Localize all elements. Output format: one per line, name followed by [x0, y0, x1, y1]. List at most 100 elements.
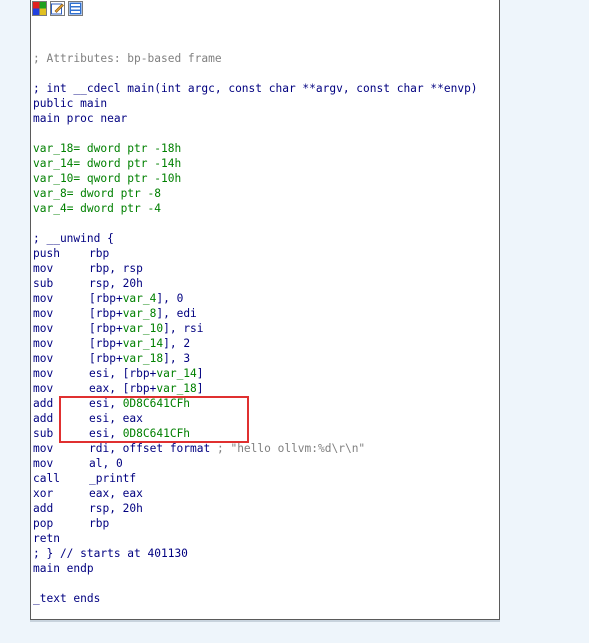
mnemonic: add — [33, 412, 54, 425]
mnemonic: sub — [33, 277, 54, 290]
var-decl[interactable]: var_10= qword ptr -10h — [33, 171, 478, 186]
mnemonic: retn — [33, 532, 60, 545]
instruction[interactable]: mov esi, [rbp+var_14] — [33, 366, 478, 381]
operand-post: ; "hello ollvm:%d\r\n" — [216, 442, 366, 455]
attributes-comment[interactable]: ; Attributes: bp-based frame — [33, 51, 478, 66]
unwind-end-comment[interactable]: ; } // starts at 401130 — [33, 546, 478, 561]
instruction[interactable]: call _printf — [33, 471, 478, 486]
var-decl-text: = dword ptr -8 — [66, 187, 161, 200]
instruction[interactable]: mov rbp, rsp — [33, 261, 478, 276]
operand: [rbp+ — [89, 352, 123, 365]
blank-line[interactable] — [33, 576, 478, 591]
blank-line[interactable] — [33, 126, 478, 141]
var-name: var_4 — [33, 202, 67, 215]
proc-text: main proc near — [33, 112, 128, 125]
operand: esi, [rbp+ — [89, 367, 157, 380]
instruction[interactable]: push rbp — [33, 246, 478, 261]
operand: [rbp+ — [89, 322, 123, 335]
unwind-comment[interactable]: ; __unwind { — [33, 231, 478, 246]
blank-line[interactable] — [33, 216, 478, 231]
instruction[interactable]: mov [rbp+var_4], 0 — [33, 291, 478, 306]
comment-text: ; Attributes: bp-based frame — [33, 52, 222, 65]
var-decl-text: = dword ptr -18h — [73, 142, 182, 155]
instruction[interactable]: add esi, eax — [33, 411, 478, 426]
disassembly-window: ; Attributes: bp-based frame ; int __cdec… — [30, 0, 500, 620]
operand: [rbp+ — [89, 292, 123, 305]
mnemonic: mov — [33, 292, 54, 305]
prototype-comment[interactable]: ; int __cdecl main(int argc, const char … — [33, 81, 478, 96]
instruction[interactable]: sub rsp, 20h — [33, 276, 478, 291]
operand-var: var_18 — [122, 352, 164, 365]
var-decl-text: = dword ptr -4 — [66, 202, 161, 215]
operand: al, 0 — [89, 457, 123, 470]
operand: esi, eax — [89, 412, 143, 425]
operand-var: var_18 — [156, 382, 197, 395]
instruction[interactable]: retn — [33, 531, 478, 546]
operand-post: ], edi — [156, 307, 197, 320]
instruction[interactable]: mov rdi, offset format ; "hello ollvm:%d\… — [33, 441, 478, 456]
var-decl[interactable]: var_18= dword ptr -18h — [33, 141, 478, 156]
mnemonic: push — [33, 247, 60, 260]
unwind-end-text: ; } // starts at 401130 — [33, 547, 188, 560]
instruction[interactable]: pop rbp — [33, 516, 478, 531]
operand: esi, — [89, 427, 123, 440]
mnemonic: mov — [33, 367, 54, 380]
edit-icon[interactable] — [50, 1, 65, 16]
disassembly-listing[interactable]: ; Attributes: bp-based frame ; int __cdec… — [33, 51, 478, 606]
instruction[interactable]: mov eax, [rbp+var_18] — [33, 381, 478, 396]
var-decl[interactable]: var_8= dword ptr -8 — [33, 186, 478, 201]
operand: rsp, 20h — [89, 277, 143, 290]
instruction[interactable]: xor eax, eax — [33, 486, 478, 501]
graph-view-icon[interactable] — [68, 1, 83, 16]
operand-var: var_14 — [156, 367, 197, 380]
segment-end[interactable]: _text ends — [33, 591, 478, 606]
instruction[interactable]: mov [rbp+var_18], 3 — [33, 351, 478, 366]
operand-post: ], 2 — [163, 337, 191, 350]
instruction[interactable]: mov [rbp+var_14], 2 — [33, 336, 478, 351]
blank-line[interactable] — [33, 66, 478, 81]
instruction[interactable]: mov al, 0 — [33, 456, 478, 471]
mnemonic: mov — [33, 442, 54, 455]
var-name: var_14 — [33, 157, 74, 170]
operand-post: ] — [196, 382, 204, 395]
operand-post: ], rsi — [163, 322, 204, 335]
unwind-text: ; __unwind { — [33, 232, 114, 245]
mnemonic: add — [33, 502, 54, 515]
mnemonic: sub — [33, 427, 54, 440]
mnemonic: call — [33, 472, 60, 485]
color-palette-icon[interactable] — [32, 1, 47, 16]
instruction[interactable]: mov [rbp+var_10], rsi — [33, 321, 478, 336]
operand: rbp — [89, 517, 110, 530]
mnemonic: mov — [33, 352, 54, 365]
prototype-text: ; int __cdecl main(int argc, const char … — [33, 82, 478, 95]
operand: eax, eax — [89, 487, 143, 500]
var-decl[interactable]: var_14= dword ptr -14h — [33, 156, 478, 171]
endp-decl[interactable]: main endp — [33, 561, 478, 576]
var-name: var_10 — [33, 172, 74, 185]
instruction[interactable]: add esi, 0D8C641CFh — [33, 396, 478, 411]
operand-var: var_8 — [122, 307, 157, 320]
operand-post: ], 0 — [156, 292, 184, 305]
mnemonic: mov — [33, 457, 54, 470]
operand-var: 0D8C641CFh — [122, 397, 191, 410]
mnemonic: mov — [33, 382, 54, 395]
var-name: var_18 — [33, 142, 74, 155]
public-decl[interactable]: public main — [33, 96, 478, 111]
mnemonic: mov — [33, 262, 54, 275]
instruction[interactable]: add rsp, 20h — [33, 501, 478, 516]
instruction[interactable]: sub esi, 0D8C641CFh — [33, 426, 478, 441]
proc-decl[interactable]: main proc near — [33, 111, 478, 126]
mnemonic: mov — [33, 307, 54, 320]
operand-var: 0D8C641CFh — [122, 427, 191, 440]
mnemonic: pop — [33, 517, 54, 530]
instruction[interactable]: mov [rbp+var_8], edi — [33, 306, 478, 321]
endp-text: main endp — [33, 562, 94, 575]
mnemonic: add — [33, 397, 54, 410]
operand: eax, [rbp+ — [89, 382, 157, 395]
operand: rbp, rsp — [89, 262, 143, 275]
operand-post: ], 3 — [163, 352, 191, 365]
segment-end-text: _text ends — [33, 592, 101, 605]
var-decl[interactable]: var_4= dword ptr -4 — [33, 201, 478, 216]
var-decl-text: = dword ptr -14h — [73, 157, 182, 170]
operand: rsp, 20h — [89, 502, 143, 515]
